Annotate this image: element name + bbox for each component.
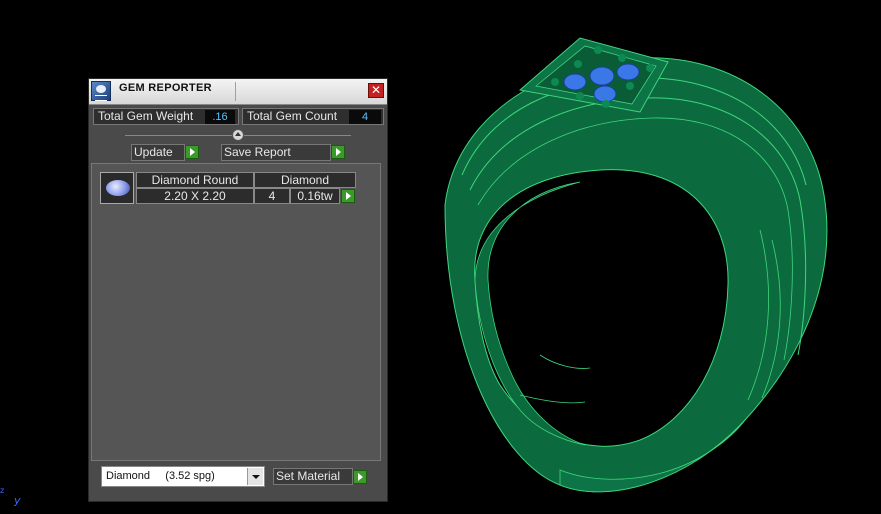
gem-weight: 0.16tw xyxy=(290,188,340,204)
gem-list: Diamond Round Diamond 2.20 X 2.20 4 0.16… xyxy=(91,163,381,461)
gem-reporter-app-icon xyxy=(91,81,111,101)
close-button[interactable]: ✕ xyxy=(368,83,384,98)
total-gem-weight-value: .16 xyxy=(205,110,235,124)
save-report-button[interactable]: Save Report xyxy=(221,144,331,161)
set-material-arrow-icon[interactable] xyxy=(353,470,367,484)
set-material-button[interactable]: Set Material xyxy=(273,468,353,485)
gem-shape: Diamond Round xyxy=(136,172,254,188)
save-report-arrow-icon[interactable] xyxy=(331,145,345,159)
titlebar-separator xyxy=(235,82,236,101)
axis-y-label: y xyxy=(14,494,21,507)
window-title: GEM REPORTER xyxy=(119,82,212,94)
gem-count: 4 xyxy=(254,188,290,204)
gem-detail-arrow-icon[interactable] xyxy=(341,189,355,203)
diamond-round-icon xyxy=(100,172,134,204)
material-select-value: Diamond (3.52 spg) xyxy=(106,470,215,482)
ring-model[interactable] xyxy=(444,37,828,493)
axis-z-label: z xyxy=(0,486,5,495)
titlebar[interactable]: GEM REPORTER ✕ xyxy=(89,79,387,105)
update-button[interactable]: Update xyxy=(131,144,185,161)
total-gem-count-value: 4 xyxy=(349,110,381,124)
gem-reporter-panel: GEM REPORTER ✕ Total Gem Weight .16 Tota… xyxy=(88,78,388,502)
gem-size: 2.20 X 2.20 xyxy=(136,188,254,204)
gem-material: Diamond xyxy=(254,172,356,188)
chevron-down-icon[interactable] xyxy=(247,468,263,485)
update-arrow-icon[interactable] xyxy=(185,145,199,159)
material-select[interactable]: Diamond (3.52 spg) xyxy=(101,466,265,487)
list-item[interactable]: Diamond Round Diamond 2.20 X 2.20 4 0.16… xyxy=(100,172,356,204)
collapse-toggle-icon[interactable] xyxy=(232,129,244,141)
